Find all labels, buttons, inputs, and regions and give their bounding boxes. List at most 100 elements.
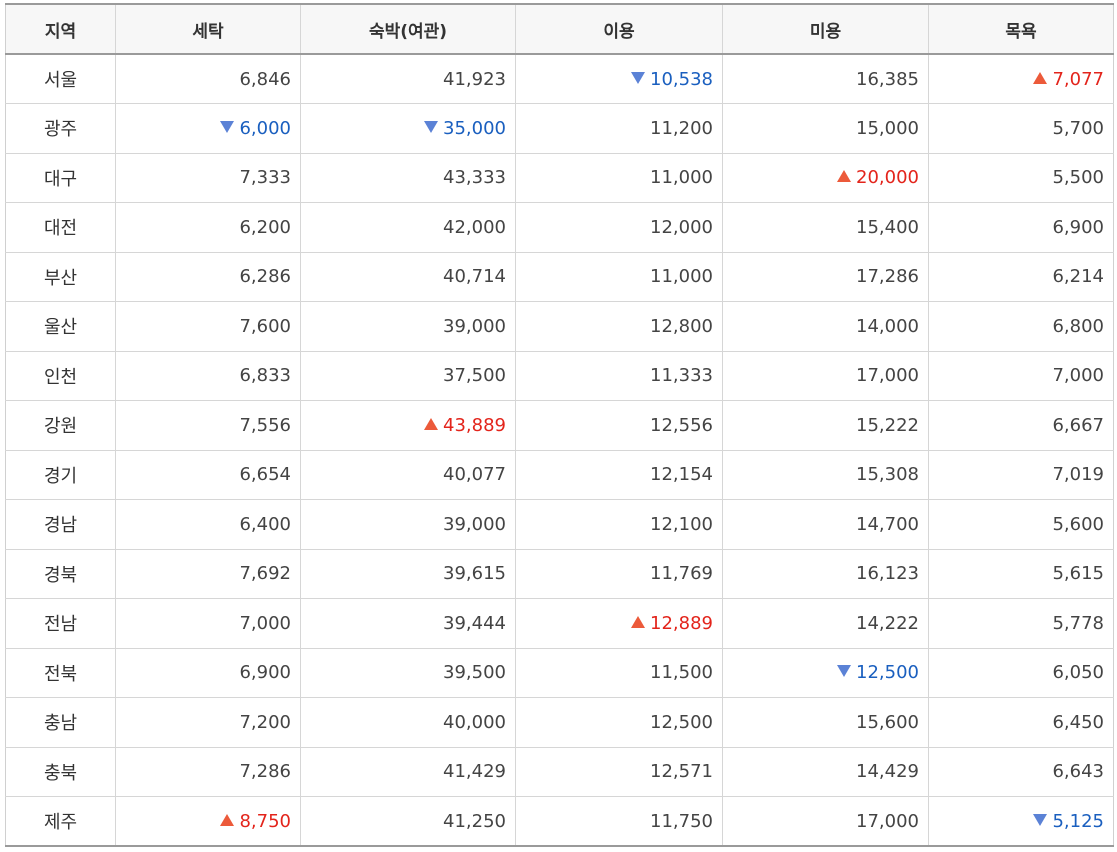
price-cell: 12,500 [722,647,929,698]
price-cell: 6,200 [115,202,301,253]
price-value: 7,333 [239,167,291,189]
price-value: 11,000 [650,167,713,189]
price-cell: 42,000 [300,202,516,253]
price-cell: 15,308 [722,449,929,500]
price-value: 10,538 [650,68,713,90]
price-cell: 14,429 [722,746,929,797]
column-header: 숙박(여관) [300,3,516,55]
price-cell: 40,077 [300,449,516,500]
price-value: 6,900 [1052,216,1104,238]
price-cell: 39,000 [300,499,516,550]
price-cell: 6,900 [928,202,1114,253]
price-cell: 39,615 [300,548,516,599]
triangle-up-icon [424,417,439,430]
price-value: 5,615 [1052,563,1104,585]
price-cell: 11,000 [515,152,723,203]
region-cell: 전북 [5,647,116,698]
price-value: 35,000 [443,117,506,139]
price-value: 12,100 [650,513,713,535]
price-value: 39,000 [443,315,506,337]
price-cell: 17,000 [722,350,929,401]
price-value: 41,250 [443,810,506,832]
triangle-down-icon [220,120,235,133]
price-value: 40,000 [443,711,506,733]
price-value: 6,846 [239,68,291,90]
price-cell: 7,200 [115,697,301,748]
trend-value: 6,000 [220,118,291,139]
price-cell: 41,923 [300,53,516,104]
price-value: 11,769 [650,563,713,585]
price-cell: 6,214 [928,251,1114,302]
price-cell: 11,333 [515,350,723,401]
table-body: 서울 6,846 41,923 10,538 16,385 7,077 광주 6,000 35,… [5,53,1114,847]
price-value: 40,714 [443,266,506,288]
triangle-down-icon [1033,813,1048,826]
region-cell: 광주 [5,103,116,154]
price-cell: 11,750 [515,796,723,847]
table-row: 강원 7,556 43,889 12,556 15,222 6,667 [5,400,1114,451]
price-cell: 7,286 [115,746,301,797]
table-row: 광주 6,000 35,000 11,200 15,000 5,700 [5,103,1114,154]
price-value: 12,154 [650,464,713,486]
price-value: 14,700 [856,513,919,535]
region-cell: 충남 [5,697,116,748]
price-cell: 40,000 [300,697,516,748]
price-cell: 6,400 [115,499,301,550]
price-cell: 6,286 [115,251,301,302]
price-value: 5,600 [1052,513,1104,535]
price-cell: 12,500 [515,697,723,748]
price-cell: 12,571 [515,746,723,797]
price-value: 37,500 [443,365,506,387]
price-cell: 8,750 [115,796,301,847]
price-cell: 37,500 [300,350,516,401]
price-value: 6,643 [1052,761,1104,783]
price-value: 12,889 [650,612,713,634]
price-table-container: 지역 세탁 숙박(여관) 이용 미용 목욕 서울 6,846 41,923 10,538 16,3… [5,3,1114,847]
triangle-up-icon [1033,71,1048,84]
price-value: 11,750 [650,810,713,832]
region-cell: 인천 [5,350,116,401]
table-row: 전남 7,000 39,444 12,889 14,222 5,778 [5,598,1114,649]
header-row: 지역 세탁 숙박(여관) 이용 미용 목욕 [5,3,1114,55]
price-cell: 6,050 [928,647,1114,698]
column-header: 목욕 [928,3,1114,55]
region-cell: 경남 [5,499,116,550]
price-value: 7,556 [239,414,291,436]
triangle-up-icon [220,813,235,826]
table-row: 울산 7,600 39,000 12,800 14,000 6,800 [5,301,1114,352]
trend-value: 12,889 [631,613,713,634]
price-cell: 12,154 [515,449,723,500]
price-cell: 15,222 [722,400,929,451]
price-cell: 16,123 [722,548,929,599]
price-cell: 14,222 [722,598,929,649]
price-cell: 12,889 [515,598,723,649]
price-cell: 39,500 [300,647,516,698]
price-value: 7,600 [239,315,291,337]
price-value: 6,800 [1052,315,1104,337]
region-cell: 부산 [5,251,116,302]
table-row: 충남 7,200 40,000 12,500 15,600 6,450 [5,697,1114,748]
price-cell: 15,000 [722,103,929,154]
price-cell: 10,538 [515,53,723,104]
price-value: 11,500 [650,662,713,684]
table-row: 대전 6,200 42,000 12,000 15,400 6,900 [5,202,1114,253]
table-header: 지역 세탁 숙박(여관) 이용 미용 목욕 [5,3,1114,55]
price-value: 5,700 [1052,117,1104,139]
price-cell: 11,769 [515,548,723,599]
price-value: 39,000 [443,513,506,535]
price-value: 15,222 [856,414,919,436]
price-value: 20,000 [856,167,919,189]
price-value: 6,833 [239,365,291,387]
column-header: 지역 [5,3,116,55]
triangle-down-icon [837,665,852,678]
price-cell: 12,100 [515,499,723,550]
price-cell: 5,600 [928,499,1114,550]
price-cell: 5,778 [928,598,1114,649]
price-cell: 39,000 [300,301,516,352]
region-cell: 충북 [5,746,116,797]
price-cell: 5,500 [928,152,1114,203]
trend-value: 8,750 [220,811,291,832]
price-cell: 11,500 [515,647,723,698]
triangle-up-icon [631,615,646,628]
price-value: 39,500 [443,662,506,684]
